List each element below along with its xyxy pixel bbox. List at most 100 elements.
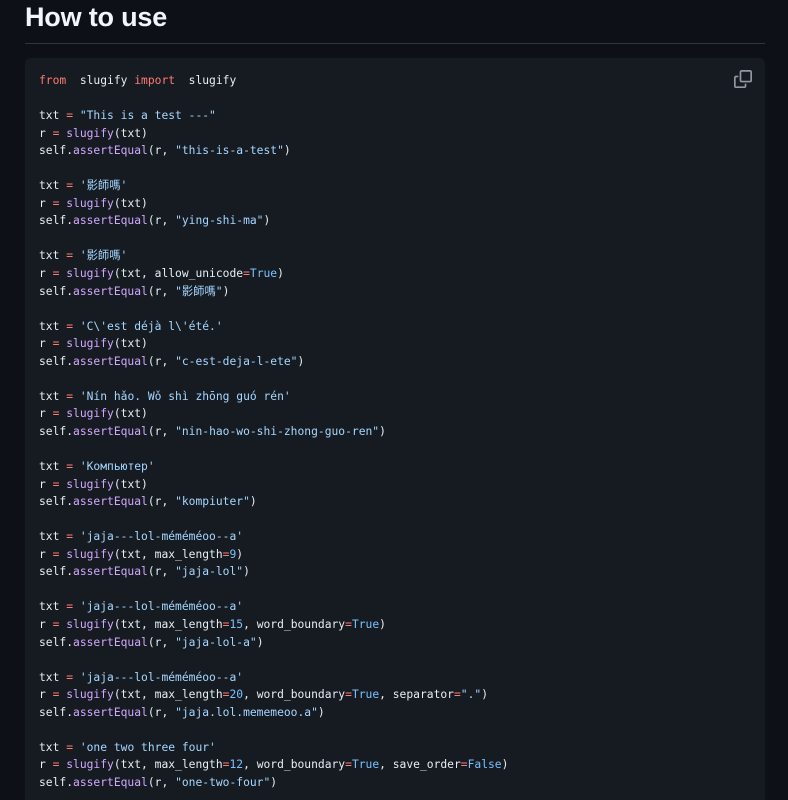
readme-section: How to use from slugify import slugify t… (0, 0, 788, 800)
code-token: assertEqual (73, 635, 148, 649)
code-token: "c-est-deja-l-ete" (175, 354, 298, 368)
code-line: txt = 'jaja---lol-méméméoo--a' (39, 598, 508, 616)
code-token: = (243, 267, 250, 281)
code-token: 12 (229, 758, 244, 772)
code-block: from slugify import slugify txt = "This … (25, 58, 765, 800)
code-token: (txt) (113, 477, 148, 491)
code-line: self.assertEqual(r, "jaja.lol.mememeoo.a… (39, 704, 508, 722)
code-token: txt (39, 109, 67, 123)
code-token: self. (39, 424, 74, 438)
code-token: "one-two-four" (175, 775, 271, 789)
code-token: = (66, 460, 74, 474)
code-token: (txt, max_length (113, 758, 223, 772)
code-token: = (453, 688, 461, 702)
code-token: (txt) (113, 126, 148, 140)
code-token: r (39, 547, 53, 561)
code-token: r (39, 196, 53, 210)
code-line: r = slugify(txt) (39, 405, 508, 423)
code-token: "jaja.lol.mememeoo.a" (175, 705, 318, 719)
code-token: False (467, 758, 502, 772)
code-token: assertEqual (73, 705, 148, 719)
code-token: , separator (379, 688, 454, 702)
code-token: assertEqual (73, 495, 148, 509)
code-token: slugify (59, 267, 114, 281)
code-token: txt (39, 530, 67, 544)
code-line: self.assertEqual(r, "kompiuter") (39, 493, 508, 511)
code-token: slugify (66, 74, 135, 87)
code-token: = (66, 249, 74, 263)
code-token: ) (501, 758, 509, 772)
code-line: r = slugify(txt, max_length = 12, word_bou… (39, 756, 508, 774)
code-token: slugify (59, 407, 114, 421)
code-token: r (39, 617, 53, 631)
code-line: self.assertEqual(r, "jaja-lol-a") (39, 634, 508, 652)
code-token: (r, (147, 565, 176, 579)
code-line: txt = 'Компьютер' (39, 458, 508, 476)
code-token: txt (39, 179, 67, 193)
code-token: slugify (59, 196, 114, 210)
code-token: assertEqual (73, 144, 148, 158)
code-token: = (66, 319, 74, 333)
code-token: "." (460, 688, 482, 702)
code-token: r (39, 477, 53, 491)
code-line: r = slugify(txt) (39, 195, 508, 213)
code-line: self.assertEqual(r, "c-est-deja-l-ete") (39, 353, 508, 371)
code-token: slugify (59, 126, 114, 140)
code-token: slugify (175, 74, 237, 87)
code-token: assertEqual (73, 424, 148, 438)
code-token: = (345, 688, 352, 702)
code-token: 'Nín hǎo. Wǒ shì zhōng guó rén' (73, 389, 291, 403)
code-token: ) (222, 284, 230, 298)
code-token: = (66, 530, 74, 544)
code-line: from slugify import slugify (39, 72, 508, 90)
code-line: txt = 'jaja---lol-méméméoo--a' (39, 669, 508, 687)
code-token: self. (39, 284, 74, 298)
code-token: 'jaja---lol-méméméoo--a' (73, 600, 244, 614)
code-token: r (39, 688, 53, 702)
code-token: from (39, 74, 67, 87)
code-token: 20 (229, 688, 244, 702)
code-token: self. (39, 354, 74, 368)
code-line: r = slugify(txt, max_length=15, word_bou… (39, 616, 508, 634)
code-token: True (351, 688, 380, 702)
code-token: 15 (229, 617, 244, 631)
code-token: txt (39, 740, 67, 754)
code-token: ) (297, 354, 305, 368)
code-token: ) (379, 617, 386, 631)
code-token: r (39, 267, 53, 281)
code-token: = (345, 617, 352, 631)
code-token: slugify (59, 617, 114, 631)
code-token: assertEqual (73, 565, 148, 579)
code-token: slugify (59, 688, 114, 702)
code-token: "jaja-lol" (175, 565, 244, 579)
code-token: "This is a test ---" (73, 109, 216, 123)
code-token: '影師嗎' (73, 179, 128, 193)
code-token: r (39, 407, 53, 421)
code-token: (r, (147, 284, 176, 298)
code-token: = (460, 758, 468, 772)
code-token: 'C\'est déjà l\'été.' (73, 319, 223, 333)
code-token: txt (39, 460, 67, 474)
copy-button[interactable] (734, 70, 752, 88)
code-token: ) (263, 214, 271, 228)
code-token: 'jaja---lol-méméméoo--a' (73, 530, 244, 544)
code-token: r (39, 337, 53, 351)
code-token: "nin-hao-wo-shi-zhong-guo-ren" (175, 424, 380, 438)
code-token: ) (249, 495, 257, 509)
code-token: ) (481, 688, 489, 702)
code-line: r = slugify(txt) (39, 125, 508, 143)
code-token: ) (317, 705, 325, 719)
code-token: self. (39, 635, 74, 649)
code-token: slugify (59, 337, 114, 351)
code-token: "影師嗎" (175, 284, 223, 298)
code-token: slugify (59, 547, 114, 561)
code-token: , word_boundary (243, 758, 346, 772)
code-token: True (351, 617, 380, 631)
code-token: "jaja-lol-a" (175, 635, 257, 649)
